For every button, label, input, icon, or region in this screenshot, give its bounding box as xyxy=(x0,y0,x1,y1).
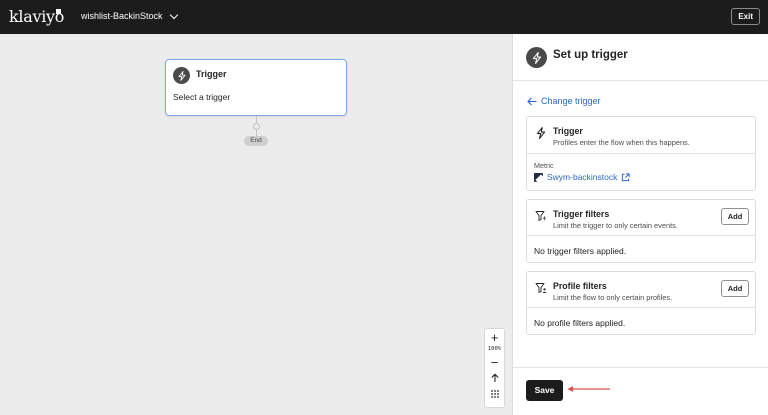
flow-name-label: wishlist-BackinStock xyxy=(81,11,163,21)
trigger-filters-title: Trigger filters xyxy=(553,209,610,219)
connector-dot xyxy=(253,123,260,130)
trigger-node[interactable]: Trigger Select a trigger xyxy=(165,59,347,116)
trigger-card-subtitle: Profiles enter the flow when this happen… xyxy=(553,138,690,147)
end-node: End xyxy=(244,136,268,146)
recenter-button[interactable] xyxy=(485,370,504,386)
trigger-card-title: Trigger xyxy=(553,126,583,136)
zoom-in-button[interactable]: + xyxy=(485,329,504,345)
profile-filters-card: Profile filters Limit the flow to only c… xyxy=(526,271,756,335)
add-trigger-filter-button[interactable]: Add xyxy=(721,208,749,225)
trigger-filters-header: Trigger filters Limit the trigger to onl… xyxy=(527,200,755,236)
logo-flag-icon xyxy=(56,9,61,14)
metric-link[interactable]: Swym-backinstock xyxy=(534,172,630,182)
trigger-filters-body: No trigger filters applied. xyxy=(527,236,755,262)
change-trigger-link[interactable]: Change trigger xyxy=(527,96,601,106)
profile-filters-title: Profile filters xyxy=(553,281,607,291)
top-bar: klaviyo wishlist-BackinStock Exit xyxy=(0,0,768,34)
trigger-node-subtitle: Select a trigger xyxy=(173,92,231,102)
change-trigger-label: Change trigger xyxy=(541,96,601,106)
arrow-left-icon xyxy=(527,97,537,105)
trigger-filters-empty: No trigger filters applied. xyxy=(534,246,627,256)
flow-canvas[interactable]: Trigger Select a trigger End + 100% − xyxy=(0,34,512,415)
grid-dots-icon xyxy=(490,390,499,398)
trigger-filters-subtitle: Limit the trigger to only certain events… xyxy=(553,221,678,230)
lightning-icon xyxy=(173,67,190,84)
trigger-card-header: Trigger Profiles enter the flow when thi… xyxy=(527,117,755,154)
lightning-icon xyxy=(526,47,547,68)
filter-lightning-icon xyxy=(535,211,546,221)
annotation-arrow-icon xyxy=(567,386,610,392)
profile-filters-header: Profile filters Limit the flow to only c… xyxy=(527,272,755,308)
metric-value: Swym-backinstock xyxy=(547,172,618,182)
zoom-level: 100% xyxy=(487,346,502,352)
flow-name-dropdown[interactable]: wishlist-BackinStock xyxy=(81,10,178,21)
swym-logo-icon xyxy=(534,172,543,182)
metric-label: Metric xyxy=(534,161,554,170)
lightning-icon xyxy=(536,127,546,139)
trigger-node-title: Trigger xyxy=(196,69,227,79)
add-profile-filter-button[interactable]: Add xyxy=(721,280,749,297)
setup-trigger-panel: Set up trigger Change trigger Trigger Pr… xyxy=(512,34,768,415)
zoom-out-button[interactable]: − xyxy=(485,354,504,370)
profile-filters-empty: No profile filters applied. xyxy=(534,318,626,328)
save-button[interactable]: Save xyxy=(526,380,563,401)
arrow-up-icon xyxy=(490,373,499,382)
trigger-card-metric: Metric Swym-backinstock xyxy=(527,154,755,191)
zoom-controls: + 100% − xyxy=(484,328,505,408)
trigger-card: Trigger Profiles enter the flow when thi… xyxy=(526,116,756,191)
panel-footer: Save xyxy=(513,367,768,415)
profile-filters-subtitle: Limit the flow to only certain profiles. xyxy=(553,293,673,302)
chevron-down-icon xyxy=(169,10,178,19)
external-link-icon xyxy=(622,172,630,181)
exit-button[interactable]: Exit xyxy=(731,8,760,25)
filter-person-icon xyxy=(535,283,547,293)
profile-filters-body: No profile filters applied. xyxy=(527,308,755,334)
minimap-button[interactable] xyxy=(485,386,504,402)
trigger-filters-card: Trigger filters Limit the trigger to onl… xyxy=(526,199,756,263)
panel-title: Set up trigger xyxy=(553,49,628,61)
panel-header: Set up trigger xyxy=(513,34,768,81)
